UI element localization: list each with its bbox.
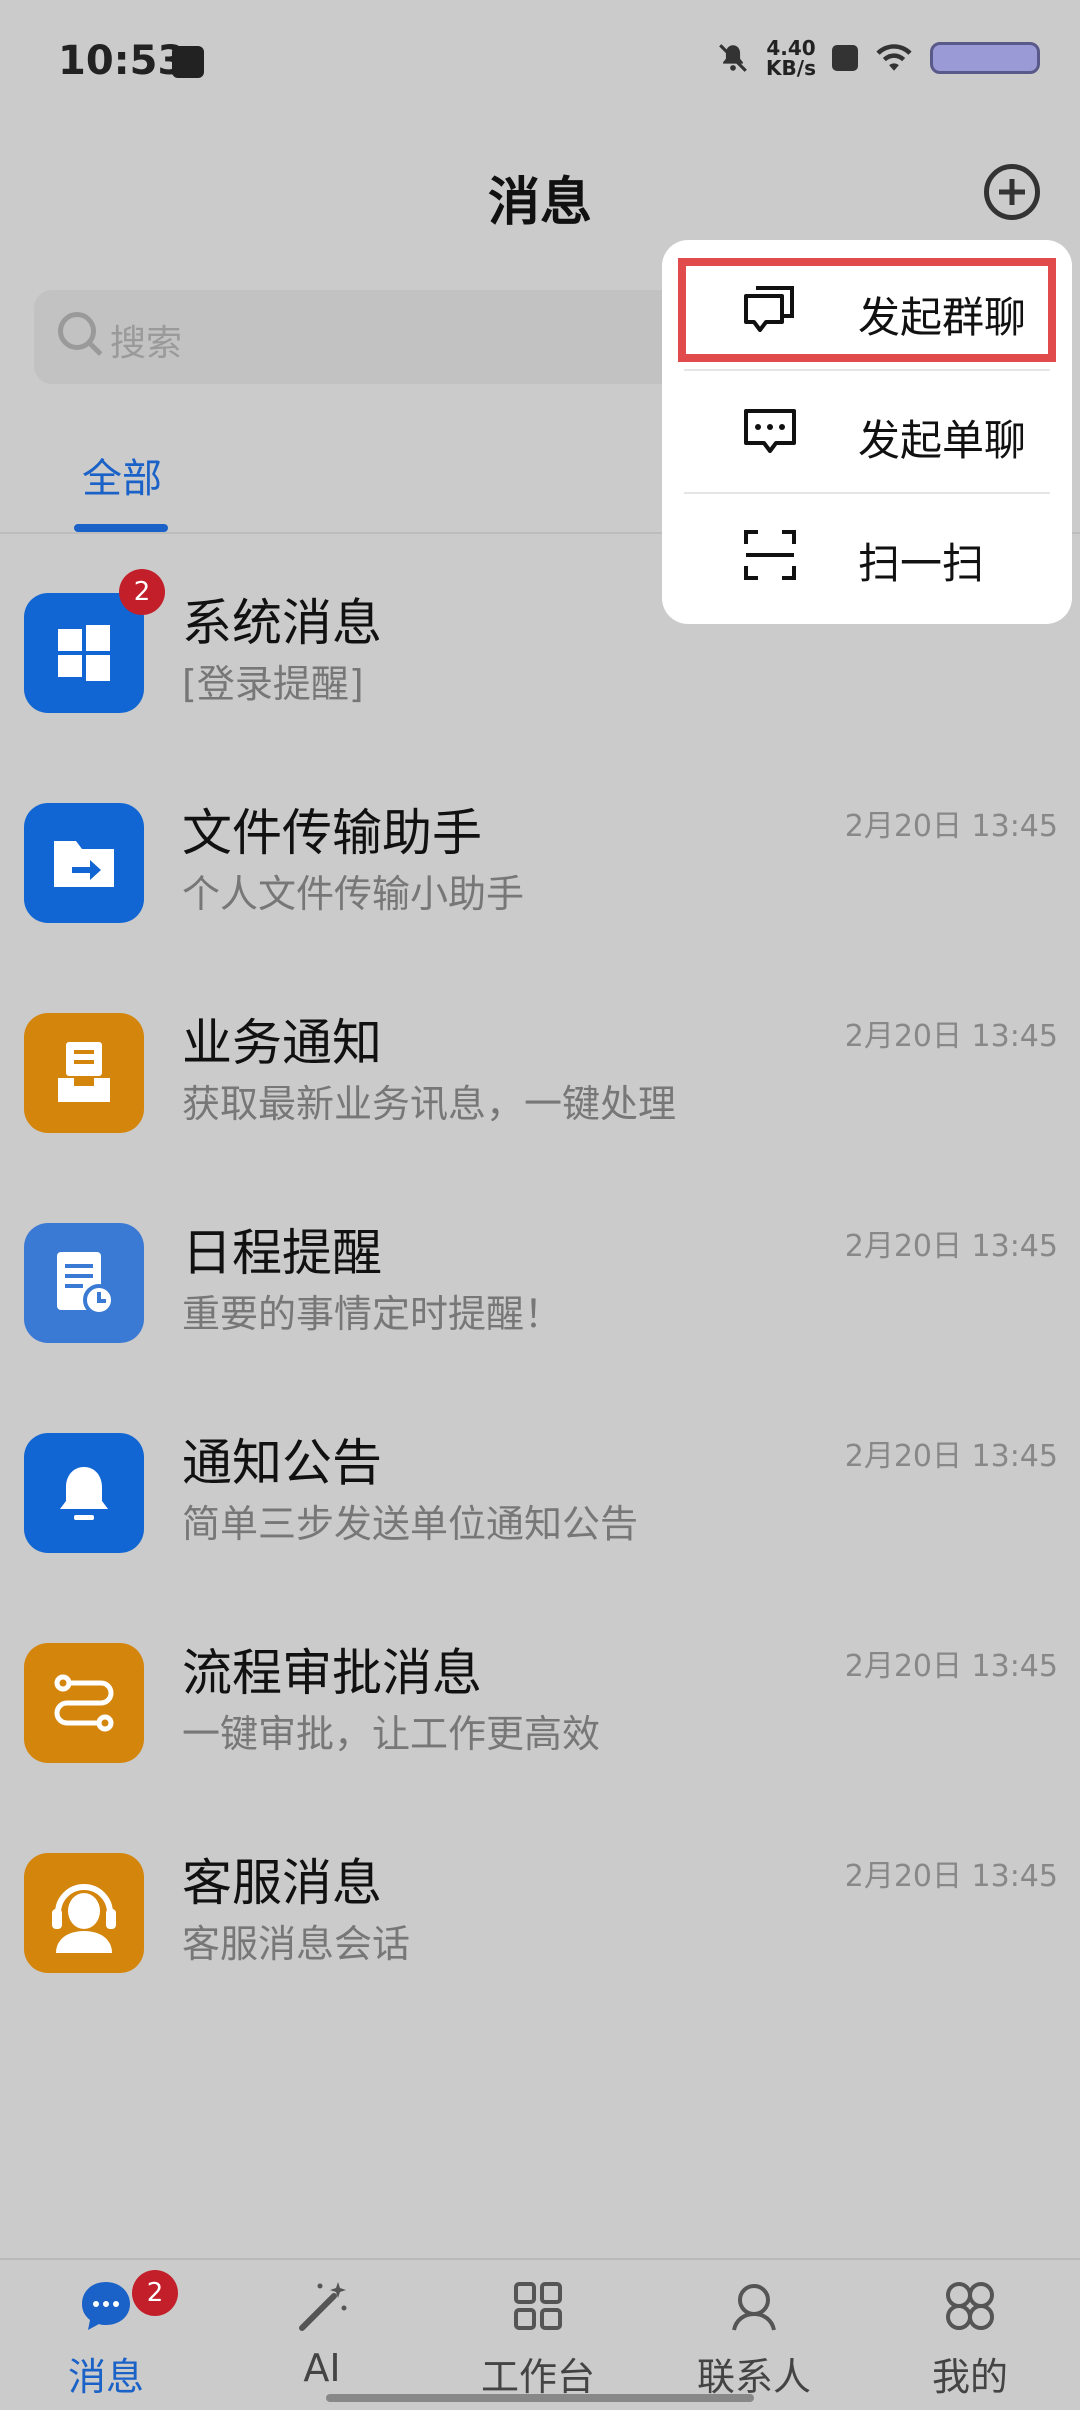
- grid-icon: [514, 2282, 562, 2330]
- message-preview: 一键审批，让工作更高效: [182, 1712, 601, 1756]
- tab-active-indicator: [74, 524, 168, 532]
- tab-all[interactable]: 全部: [82, 446, 162, 504]
- page-title: 消息: [487, 173, 592, 233]
- net-speed: 4.40 KB/s: [766, 38, 816, 78]
- message-title: 通知公告: [182, 1434, 382, 1492]
- home-indicator[interactable]: [326, 2394, 754, 2402]
- unread-badge: 2: [132, 2270, 178, 2316]
- message-time: 2月20日 13:45: [844, 1859, 1058, 1894]
- nav-label: 我的: [931, 2355, 1008, 2399]
- message-preview: 获取最新业务讯息，一键处理: [182, 1082, 677, 1126]
- windows-icon: [24, 593, 144, 713]
- status-bar: 10:53 4.40 KB/s: [0, 0, 1080, 130]
- bottom-nav: 2 消息 AI 工作台 联系人 我的: [0, 2258, 1080, 2410]
- chat-bubble-icon: [82, 2282, 130, 2330]
- nav-workbench[interactable]: 工作台: [448, 2270, 628, 2400]
- message-preview: 个人文件传输小助手: [182, 872, 525, 916]
- wifi-icon: [876, 44, 912, 71]
- single-chat-icon: [744, 409, 796, 453]
- message-title: 业务通知: [182, 1014, 382, 1072]
- message-preview: 客服消息会话: [182, 1922, 411, 1966]
- nav-label: 联系人: [696, 2355, 811, 2399]
- message-preview: 简单三步发送单位通知公告: [182, 1502, 639, 1546]
- headset-agent-icon: [24, 1853, 144, 1973]
- magic-wand-icon: [299, 2282, 347, 2331]
- highlight-box: [678, 258, 1056, 362]
- app-notification-icon: [172, 46, 204, 78]
- search-bar[interactable]: 搜索: [34, 290, 734, 384]
- status-icons: 4.40 KB/s: [716, 38, 1040, 78]
- schedule-icon: [24, 1223, 144, 1343]
- list-item-workflow[interactable]: 流程审批消息 一键审批，让工作更高效 2月20日 13:45: [0, 1585, 1080, 1795]
- nav-contacts[interactable]: 联系人: [664, 2270, 844, 2400]
- message-time: 2月20日 13:45: [844, 1019, 1058, 1054]
- contacts-icon: [732, 2284, 776, 2331]
- status-time: 10:53: [58, 38, 186, 84]
- workflow-icon: [24, 1643, 144, 1763]
- message-title: 客服消息: [182, 1854, 382, 1912]
- add-plus-button[interactable]: [984, 164, 1040, 220]
- message-time: 2月20日 13:45: [844, 1439, 1058, 1474]
- list-item-business-notice[interactable]: 业务通知 获取最新业务讯息，一键处理 2月20日 13:45: [0, 955, 1080, 1165]
- message-preview: 重要的事情定时提醒！: [182, 1292, 563, 1336]
- menu-item-single-chat[interactable]: 发起单聊: [684, 377, 1050, 487]
- message-list: 2 系统消息 [登录提醒] 文件传输助手 个人文件传输小助手 2月20日 13:…: [0, 535, 1080, 2005]
- mute-bell-icon: [719, 44, 747, 72]
- nav-mine[interactable]: 我的: [880, 2270, 1060, 2400]
- message-time: 2月20日 13:45: [844, 1649, 1058, 1684]
- scan-icon: [744, 530, 796, 580]
- search-icon: [58, 312, 96, 350]
- message-time: 2月20日 13:45: [844, 809, 1058, 844]
- folder-transfer-icon: [24, 803, 144, 923]
- header: 消息: [0, 160, 1080, 240]
- message-title: 系统消息: [182, 594, 382, 652]
- battery-icon: [930, 42, 1040, 74]
- clover-icon: [946, 2282, 994, 2330]
- menu-item-label: 扫一扫: [858, 539, 985, 588]
- list-item-schedule[interactable]: 日程提醒 重要的事情定时提醒！ 2月20日 13:45: [0, 1165, 1080, 1375]
- search-placeholder: 搜索: [110, 323, 183, 364]
- no-sim-icon: [832, 45, 858, 71]
- nav-ai[interactable]: AI: [232, 2270, 412, 2400]
- menu-item-label: 发起单聊: [858, 416, 1027, 465]
- message-preview: [登录提醒]: [182, 662, 364, 706]
- bell-icon: [24, 1433, 144, 1553]
- message-time: 2月20日 13:45: [844, 1229, 1058, 1264]
- message-title: 流程审批消息: [182, 1644, 482, 1702]
- menu-item-scan[interactable]: 扫一扫: [684, 500, 1050, 610]
- unread-badge: 2: [119, 569, 165, 615]
- menu-divider: [684, 492, 1050, 494]
- net-speed-unit: KB/s: [766, 56, 816, 80]
- nav-label: 工作台: [480, 2355, 595, 2399]
- net-speed-value: 4.40: [766, 36, 816, 60]
- list-item-announcement[interactable]: 通知公告 简单三步发送单位通知公告 2月20日 13:45: [0, 1375, 1080, 1585]
- nav-label: AI: [303, 2346, 341, 2390]
- message-title: 文件传输助手: [182, 804, 482, 862]
- menu-divider: [684, 369, 1050, 371]
- nav-messages[interactable]: 2 消息: [16, 2270, 196, 2400]
- list-item-file-transfer[interactable]: 文件传输助手 个人文件传输小助手 2月20日 13:45: [0, 745, 1080, 955]
- message-title: 日程提醒: [182, 1224, 382, 1282]
- nav-label: 消息: [67, 2355, 144, 2399]
- inbox-icon: [24, 1013, 144, 1133]
- list-item-customer-service[interactable]: 客服消息 客服消息会话 2月20日 13:45: [0, 1795, 1080, 2005]
